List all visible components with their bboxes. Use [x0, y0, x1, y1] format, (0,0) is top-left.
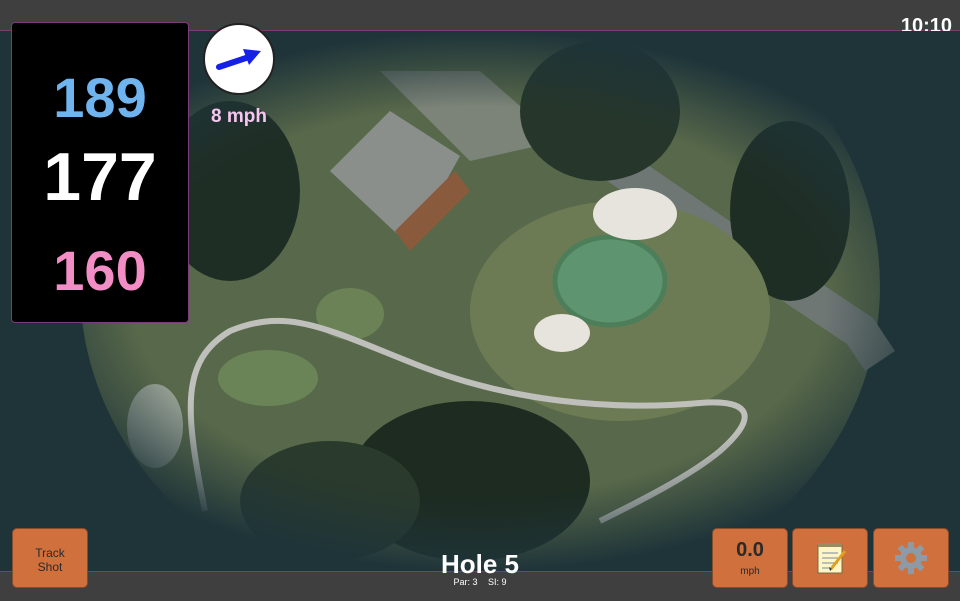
hole-meta: Par: 3 SI: 9 — [380, 577, 580, 587]
gear-icon — [895, 542, 927, 574]
center-distance: 177 — [43, 139, 157, 215]
distance-panel: 189 177 160 — [11, 22, 189, 323]
hole-stroke-index: SI: 9 — [488, 577, 507, 587]
track-shot-button[interactable]: Track Shot — [12, 528, 88, 588]
wind-dial — [203, 23, 275, 95]
track-shot-label-line2: Shot — [37, 560, 63, 574]
wind-speed: 8 mph — [211, 106, 267, 127]
speed-value: 0.0 — [736, 539, 764, 561]
wind-arrow-icon — [216, 49, 261, 70]
notes-button[interactable] — [792, 528, 868, 588]
track-shot-label-line1: Track — [35, 546, 65, 560]
speed-button[interactable]: 0.0 mph — [712, 528, 788, 588]
notepad-icon — [817, 543, 847, 574]
hole-par: Par: 3 — [453, 577, 478, 587]
speed-unit: mph — [740, 566, 760, 577]
back-distance: 189 — [53, 66, 147, 129]
hole-title: Hole 5 — [440, 549, 520, 579]
front-distance: 160 — [53, 239, 147, 302]
settings-button[interactable] — [873, 528, 949, 588]
